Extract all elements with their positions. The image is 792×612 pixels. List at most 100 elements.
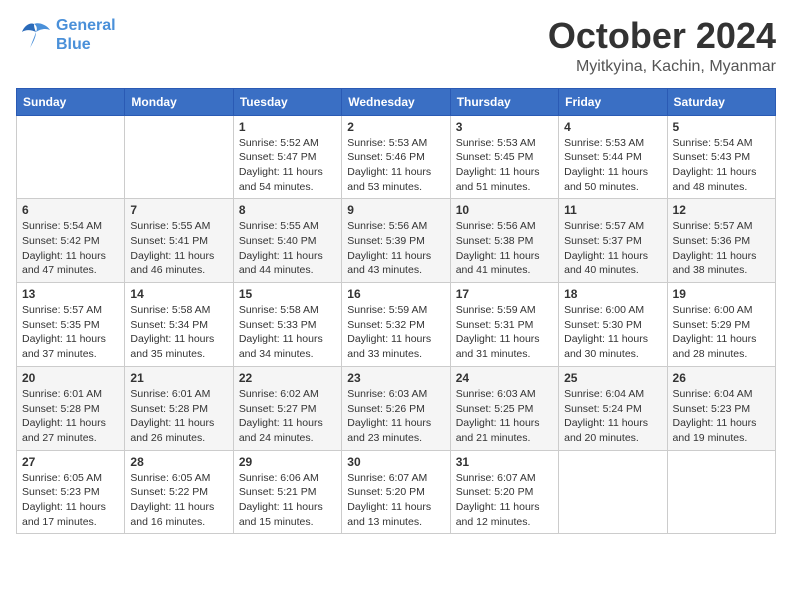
- day-info: Sunrise: 6:00 AM Sunset: 5:29 PM Dayligh…: [673, 303, 770, 362]
- day-number: 25: [564, 371, 661, 385]
- day-info: Sunrise: 6:01 AM Sunset: 5:28 PM Dayligh…: [130, 387, 227, 446]
- day-info: Sunrise: 5:58 AM Sunset: 5:34 PM Dayligh…: [130, 303, 227, 362]
- calendar-cell: 15 Sunrise: 5:58 AM Sunset: 5:33 PM Dayli…: [233, 283, 341, 367]
- calendar-cell: 21 Sunrise: 6:01 AM Sunset: 5:28 PM Dayli…: [125, 366, 233, 450]
- day-number: 29: [239, 455, 336, 469]
- weekday-header: Wednesday: [342, 88, 450, 115]
- day-info: Sunrise: 5:53 AM Sunset: 5:45 PM Dayligh…: [456, 136, 553, 195]
- day-number: 2: [347, 120, 444, 134]
- day-number: 30: [347, 455, 444, 469]
- calendar-cell: 28 Sunrise: 6:05 AM Sunset: 5:22 PM Dayli…: [125, 450, 233, 534]
- calendar-week-row: 20 Sunrise: 6:01 AM Sunset: 5:28 PM Dayli…: [17, 366, 776, 450]
- day-number: 19: [673, 287, 770, 301]
- day-number: 22: [239, 371, 336, 385]
- calendar-cell: 14 Sunrise: 5:58 AM Sunset: 5:34 PM Dayli…: [125, 283, 233, 367]
- calendar-week-row: 1Sunrise: 5:52 AM Sunset: 5:47 PM Daylig…: [17, 115, 776, 199]
- day-info: Sunrise: 5:55 AM Sunset: 5:41 PM Dayligh…: [130, 219, 227, 278]
- day-info: Sunrise: 5:59 AM Sunset: 5:31 PM Dayligh…: [456, 303, 553, 362]
- day-number: 14: [130, 287, 227, 301]
- day-number: 17: [456, 287, 553, 301]
- calendar-cell: 19 Sunrise: 6:00 AM Sunset: 5:29 PM Dayli…: [667, 283, 775, 367]
- calendar-cell: 9 Sunrise: 5:56 AM Sunset: 5:39 PM Daylig…: [342, 199, 450, 283]
- day-info: Sunrise: 6:07 AM Sunset: 5:20 PM Dayligh…: [456, 471, 553, 530]
- calendar-week-row: 6 Sunrise: 5:54 AM Sunset: 5:42 PM Daylig…: [17, 199, 776, 283]
- day-number: 3: [456, 120, 553, 134]
- day-number: 8: [239, 203, 336, 217]
- weekday-header-row: SundayMondayTuesdayWednesdayThursdayFrid…: [17, 88, 776, 115]
- calendar-cell: 25 Sunrise: 6:04 AM Sunset: 5:24 PM Dayli…: [559, 366, 667, 450]
- day-number: 18: [564, 287, 661, 301]
- day-info: Sunrise: 6:04 AM Sunset: 5:24 PM Dayligh…: [564, 387, 661, 446]
- day-number: 7: [130, 203, 227, 217]
- title-block: October 2024 Myitkyina, Kachin, Myanmar: [548, 16, 776, 76]
- day-info: Sunrise: 6:04 AM Sunset: 5:23 PM Dayligh…: [673, 387, 770, 446]
- day-info: Sunrise: 6:03 AM Sunset: 5:25 PM Dayligh…: [456, 387, 553, 446]
- day-number: 23: [347, 371, 444, 385]
- day-info: Sunrise: 5:58 AM Sunset: 5:33 PM Dayligh…: [239, 303, 336, 362]
- day-number: 13: [22, 287, 119, 301]
- calendar-cell: 26 Sunrise: 6:04 AM Sunset: 5:23 PM Dayli…: [667, 366, 775, 450]
- calendar-week-row: 27Sunrise: 6:05 AM Sunset: 5:23 PM Dayli…: [17, 450, 776, 534]
- day-info: Sunrise: 5:55 AM Sunset: 5:40 PM Dayligh…: [239, 219, 336, 278]
- calendar-cell: [559, 450, 667, 534]
- day-info: Sunrise: 6:07 AM Sunset: 5:20 PM Dayligh…: [347, 471, 444, 530]
- day-number: 9: [347, 203, 444, 217]
- day-info: Sunrise: 6:00 AM Sunset: 5:30 PM Dayligh…: [564, 303, 661, 362]
- calendar-week-row: 13 Sunrise: 5:57 AM Sunset: 5:35 PM Dayli…: [17, 283, 776, 367]
- day-info: Sunrise: 5:56 AM Sunset: 5:39 PM Dayligh…: [347, 219, 444, 278]
- weekday-header: Thursday: [450, 88, 558, 115]
- calendar-cell: 8 Sunrise: 5:55 AM Sunset: 5:40 PM Daylig…: [233, 199, 341, 283]
- calendar-cell: 12 Sunrise: 5:57 AM Sunset: 5:36 PM Dayli…: [667, 199, 775, 283]
- day-info: Sunrise: 5:59 AM Sunset: 5:32 PM Dayligh…: [347, 303, 444, 362]
- calendar-cell: [17, 115, 125, 199]
- day-number: 20: [22, 371, 119, 385]
- calendar-cell: 16Sunrise: 5:59 AM Sunset: 5:32 PM Dayli…: [342, 283, 450, 367]
- day-info: Sunrise: 6:06 AM Sunset: 5:21 PM Dayligh…: [239, 471, 336, 530]
- day-info: Sunrise: 6:05 AM Sunset: 5:22 PM Dayligh…: [130, 471, 227, 530]
- page-header: General Blue October 2024 Myitkyina, Kac…: [16, 16, 776, 76]
- calendar-cell: 11Sunrise: 5:57 AM Sunset: 5:37 PM Dayli…: [559, 199, 667, 283]
- location-title: Myitkyina, Kachin, Myanmar: [548, 58, 776, 76]
- calendar-cell: 5 Sunrise: 5:54 AM Sunset: 5:43 PM Daylig…: [667, 115, 775, 199]
- weekday-header: Sunday: [17, 88, 125, 115]
- calendar-table: SundayMondayTuesdayWednesdayThursdayFrid…: [16, 88, 776, 535]
- logo: General Blue: [16, 16, 116, 54]
- day-number: 5: [673, 120, 770, 134]
- day-number: 28: [130, 455, 227, 469]
- calendar-cell: 18 Sunrise: 6:00 AM Sunset: 5:30 PM Dayli…: [559, 283, 667, 367]
- calendar-cell: 24Sunrise: 6:03 AM Sunset: 5:25 PM Dayli…: [450, 366, 558, 450]
- calendar-cell: 17 Sunrise: 5:59 AM Sunset: 5:31 PM Dayli…: [450, 283, 558, 367]
- calendar-cell: 29 Sunrise: 6:06 AM Sunset: 5:21 PM Dayli…: [233, 450, 341, 534]
- calendar-cell: 30 Sunrise: 6:07 AM Sunset: 5:20 PM Dayli…: [342, 450, 450, 534]
- day-number: 12: [673, 203, 770, 217]
- calendar-cell: 3 Sunrise: 5:53 AM Sunset: 5:45 PM Daylig…: [450, 115, 558, 199]
- calendar-cell: 20Sunrise: 6:01 AM Sunset: 5:28 PM Dayli…: [17, 366, 125, 450]
- day-info: Sunrise: 5:54 AM Sunset: 5:42 PM Dayligh…: [22, 219, 119, 278]
- logo-icon: [16, 20, 52, 50]
- day-info: Sunrise: 5:53 AM Sunset: 5:46 PM Dayligh…: [347, 136, 444, 195]
- day-number: 27: [22, 455, 119, 469]
- calendar-cell: 27Sunrise: 6:05 AM Sunset: 5:23 PM Dayli…: [17, 450, 125, 534]
- calendar-cell: 23Sunrise: 6:03 AM Sunset: 5:26 PM Dayli…: [342, 366, 450, 450]
- day-info: Sunrise: 5:57 AM Sunset: 5:37 PM Dayligh…: [564, 219, 661, 278]
- calendar-cell: 13 Sunrise: 5:57 AM Sunset: 5:35 PM Dayli…: [17, 283, 125, 367]
- day-number: 15: [239, 287, 336, 301]
- day-info: Sunrise: 5:57 AM Sunset: 5:35 PM Dayligh…: [22, 303, 119, 362]
- day-info: Sunrise: 5:57 AM Sunset: 5:36 PM Dayligh…: [673, 219, 770, 278]
- calendar-cell: 7 Sunrise: 5:55 AM Sunset: 5:41 PM Daylig…: [125, 199, 233, 283]
- day-number: 21: [130, 371, 227, 385]
- day-number: 26: [673, 371, 770, 385]
- calendar-cell: 22Sunrise: 6:02 AM Sunset: 5:27 PM Dayli…: [233, 366, 341, 450]
- calendar-cell: 10Sunrise: 5:56 AM Sunset: 5:38 PM Dayli…: [450, 199, 558, 283]
- calendar-cell: [125, 115, 233, 199]
- day-number: 6: [22, 203, 119, 217]
- day-number: 10: [456, 203, 553, 217]
- calendar-cell: 6 Sunrise: 5:54 AM Sunset: 5:42 PM Daylig…: [17, 199, 125, 283]
- day-info: Sunrise: 5:54 AM Sunset: 5:43 PM Dayligh…: [673, 136, 770, 195]
- month-title: October 2024: [548, 16, 776, 56]
- calendar-cell: 4Sunrise: 5:53 AM Sunset: 5:44 PM Daylig…: [559, 115, 667, 199]
- calendar-cell: 31Sunrise: 6:07 AM Sunset: 5:20 PM Dayli…: [450, 450, 558, 534]
- weekday-header: Tuesday: [233, 88, 341, 115]
- weekday-header: Friday: [559, 88, 667, 115]
- calendar-cell: 2 Sunrise: 5:53 AM Sunset: 5:46 PM Daylig…: [342, 115, 450, 199]
